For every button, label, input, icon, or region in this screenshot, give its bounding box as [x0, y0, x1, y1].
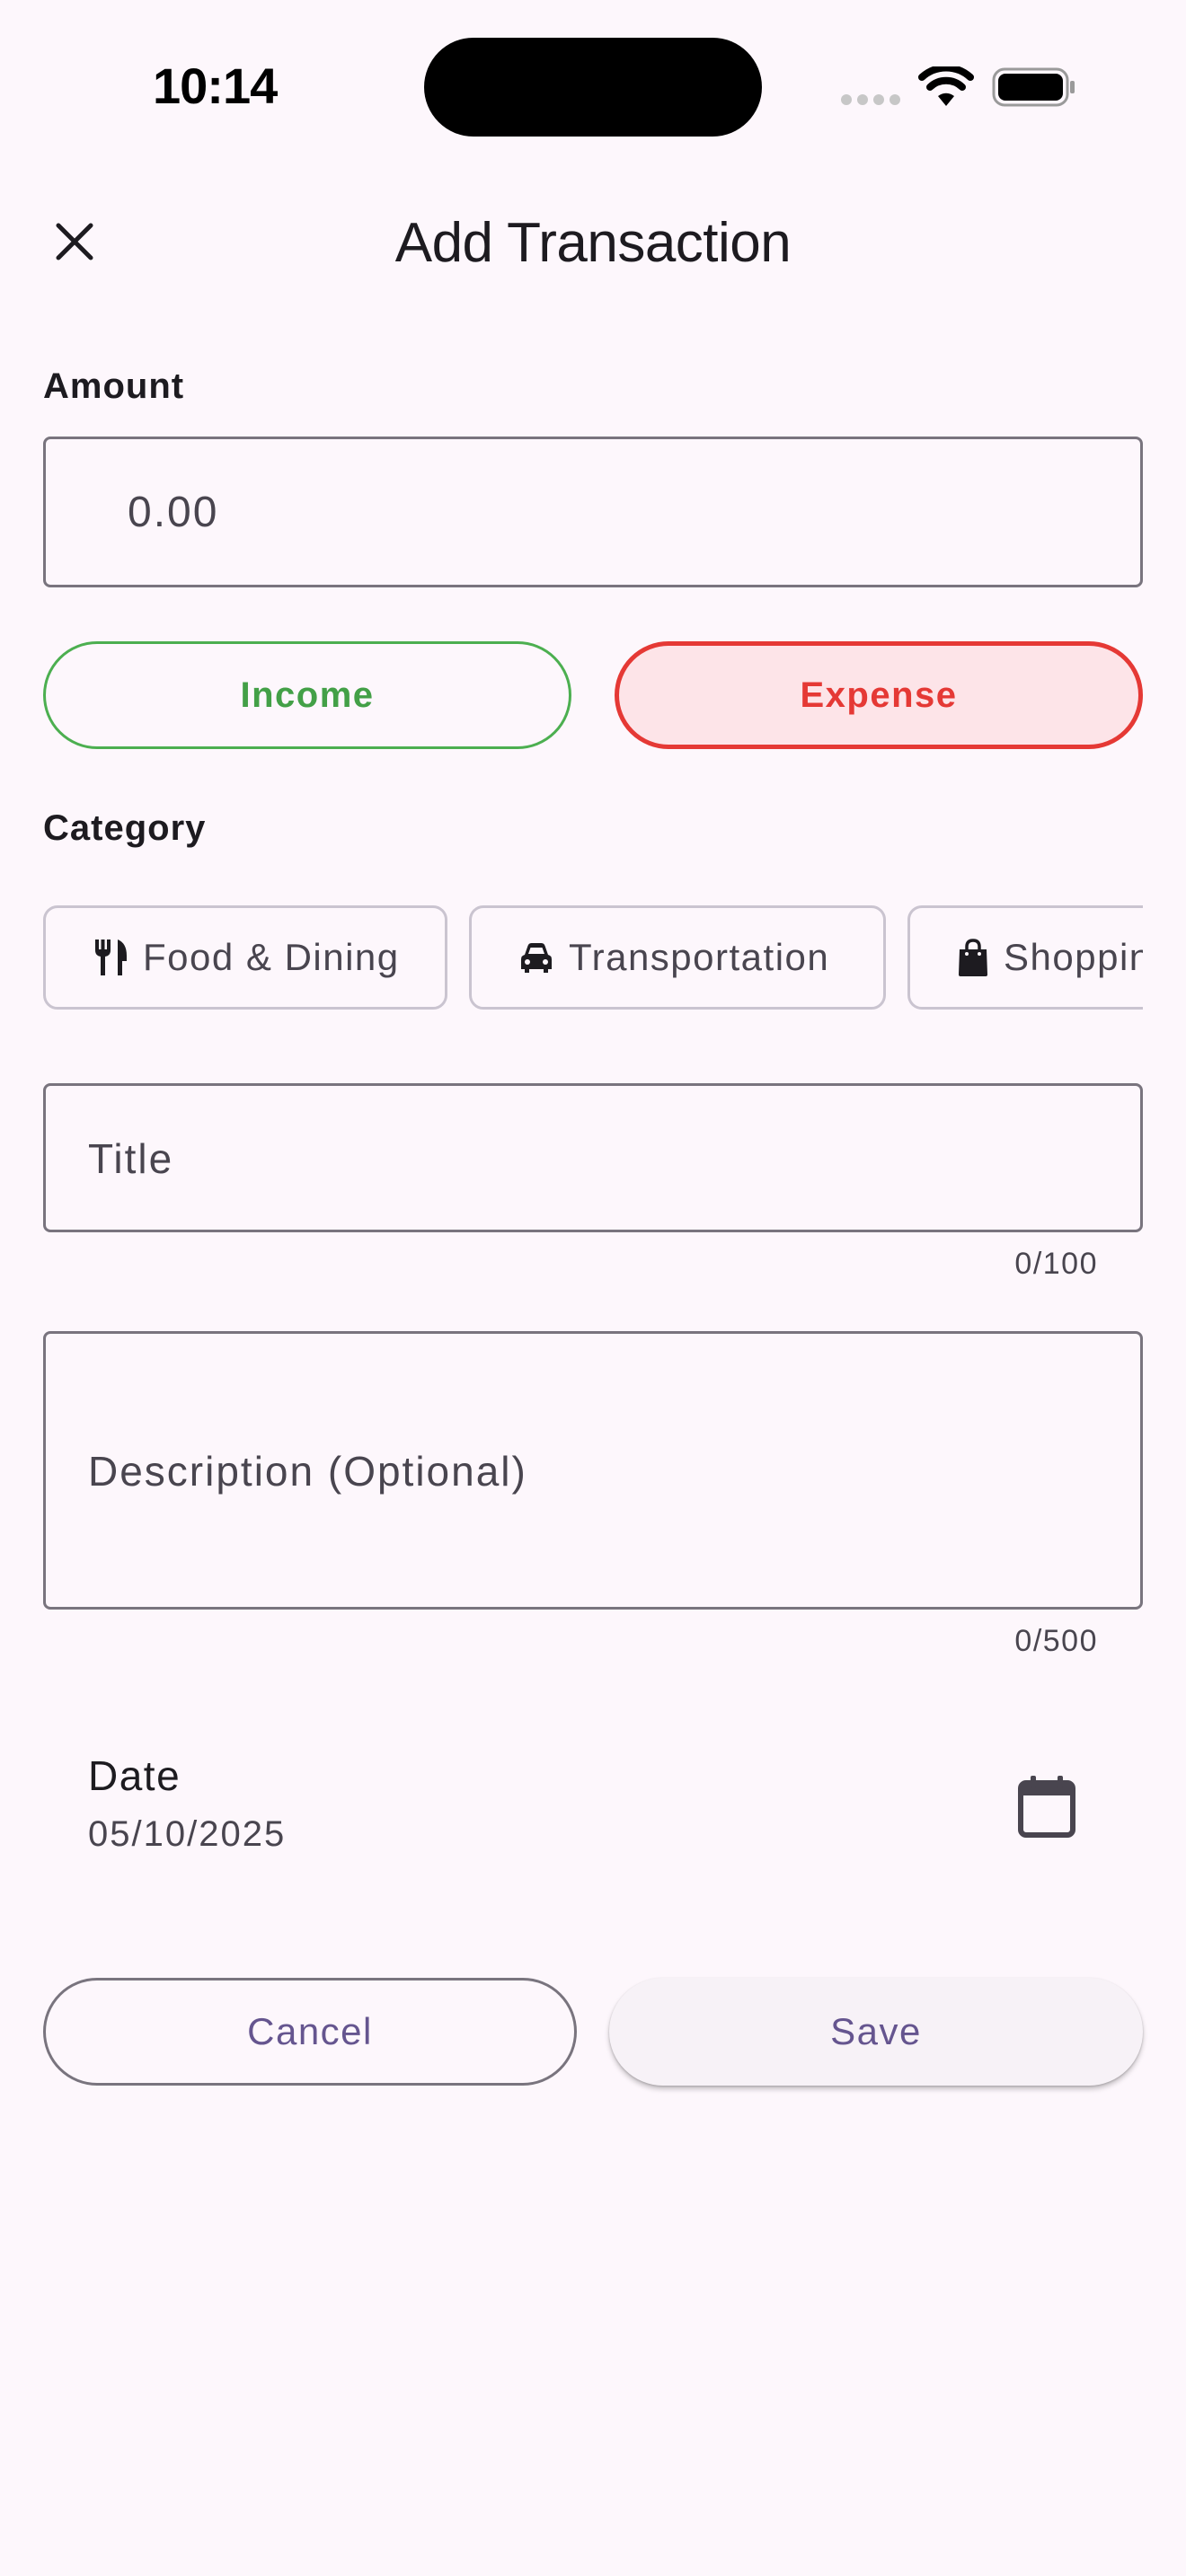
save-button[interactable]: Save — [609, 1978, 1143, 2086]
calendar-button[interactable] — [1006, 1766, 1087, 1847]
car-icon — [521, 943, 552, 973]
date-row[interactable] — [43, 1712, 1143, 1892]
amount-placeholder: 0.00 — [128, 488, 219, 536]
shopping-bag-icon — [959, 939, 987, 976]
title-input[interactable] — [43, 1083, 1143, 1232]
battery-icon — [992, 67, 1075, 107]
close-button[interactable] — [36, 203, 113, 280]
description-counter: 0/500 — [1014, 1624, 1098, 1658]
expense-button[interactable]: Expense — [615, 641, 1143, 749]
category-chip-food[interactable]: Food & Dining — [43, 905, 447, 1010]
page-title: Add Transaction — [394, 211, 792, 274]
income-button[interactable]: Income — [43, 641, 571, 749]
date-label: Date — [88, 1752, 181, 1799]
chip-label: Shopping — [1004, 936, 1143, 978]
category-chip-row[interactable]: Food & Dining Transportation Shopping — [43, 905, 1143, 1011]
category-chip-transportation[interactable]: Transportation — [469, 905, 886, 1010]
close-icon — [56, 223, 93, 260]
status-time: 10:14 — [153, 57, 278, 114]
date-value: 05/10/2025 — [88, 1814, 287, 1854]
title-counter: 0/100 — [1014, 1247, 1098, 1281]
wifi-icon — [918, 66, 974, 106]
amount-label: Amount — [43, 366, 185, 406]
category-chip-shopping[interactable]: Shopping — [907, 905, 1143, 1010]
utensils-icon — [95, 940, 127, 975]
title-placeholder: Title — [88, 1135, 174, 1182]
description-placeholder: Description (Optional) — [88, 1448, 527, 1495]
chip-label: Food & Dining — [143, 936, 400, 978]
calendar-icon — [1018, 1776, 1075, 1838]
chip-label: Transportation — [569, 936, 830, 978]
dynamic-island — [424, 38, 762, 137]
category-label: Category — [43, 808, 207, 848]
cancel-button[interactable]: Cancel — [43, 1978, 577, 2086]
cellular-signal-icon — [841, 93, 902, 106]
